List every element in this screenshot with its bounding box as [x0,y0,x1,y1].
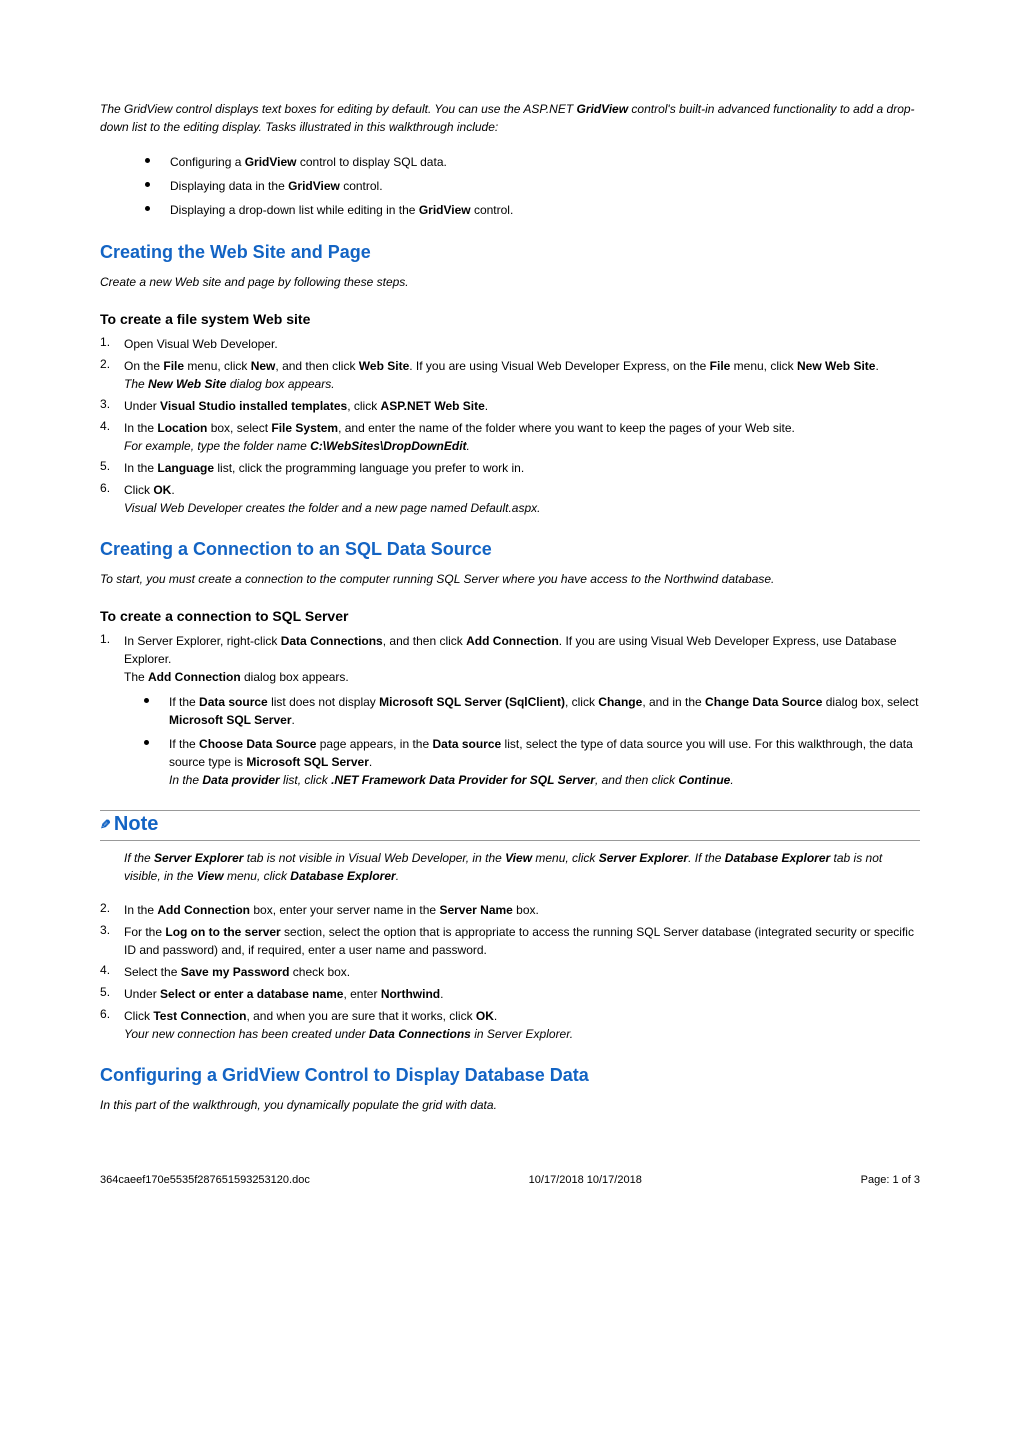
section2-heading: Creating a Connection to an SQL Data Sou… [100,539,920,560]
step-sub-desc: Visual Web Developer creates the folder … [124,499,920,517]
step-content: Select the Save my Password check box. [124,963,920,981]
sub-bullet-item: If the Data source list does not display… [124,690,920,732]
section2-steps-b: In the Add Connection box, enter your se… [100,899,920,1045]
step-item: Under Select or enter a database name, e… [100,983,920,1005]
sub-bullet-item: If the Choose Data Source page appears, … [124,732,920,792]
step-content: Click Test Connection, and when you are … [124,1007,920,1043]
bullet-text: If the Data source list does not display… [169,693,920,729]
bullet-text: Displaying a drop-down list while editin… [170,201,513,219]
step-content: Open Visual Web Developer. [124,335,920,353]
step-item: In the Language list, click the programm… [100,457,920,479]
footer-date: 10/17/2018 10/17/2018 [529,1174,642,1186]
section2-subtitle: To create a connection to SQL Server [100,608,920,624]
step-item: In Server Explorer, right-click Data Con… [100,630,920,794]
step-content: In the Language list, click the programm… [124,459,920,477]
sub-bullet-italic: In the Data provider list, click .NET Fr… [169,771,920,789]
bullet-text: If the Choose Data Source page appears, … [169,735,920,789]
step-number [100,963,124,977]
step-item: Click Test Connection, and when you are … [100,1005,920,1045]
step-content: On the File menu, click New, and then cl… [124,357,920,393]
step-item: In the Location box, select File System,… [100,417,920,457]
note-body: If the Server Explorer tab is not visibl… [100,849,920,885]
step-content: Under Select or enter a database name, e… [124,985,920,1003]
note-icon: ✎ [100,817,111,833]
step-item: Click OK.Visual Web Developer creates th… [100,479,920,519]
bullet-icon [145,206,150,211]
footer-page: Page: 1 of 3 [861,1174,920,1186]
note-label: Note [114,813,158,836]
task-item: Displaying a drop-down list while editin… [145,198,920,222]
step-number [100,481,124,495]
step-number [100,1007,124,1021]
task-item: Displaying data in the GridView control. [145,174,920,198]
bullet-text: Displaying data in the GridView control. [170,177,383,195]
bullet-icon [145,182,150,187]
intro-paragraph: The GridView control displays text boxes… [100,100,920,136]
step-number [100,632,124,646]
note-header: ✎ Note [100,810,920,836]
step-number [100,923,124,937]
step-item: Select the Save my Password check box. [100,961,920,983]
step-content: In the Location box, select File System,… [124,419,920,455]
step-content: Click OK.Visual Web Developer creates th… [124,481,920,517]
section2-steps-a: In Server Explorer, right-click Data Con… [100,630,920,794]
step-item: For the Log on to the server section, se… [100,921,920,961]
bullet-icon [144,740,149,745]
step-sub-desc: For example, type the folder name C:\Web… [124,437,920,455]
step-sub-desc: Your new connection has been created und… [124,1025,920,1043]
step-number [100,459,124,473]
bullet-icon [144,698,149,703]
step-number [100,901,124,915]
step-sub-desc: The New Web Site dialog box appears. [124,375,920,393]
note-box: ✎ Note If the Server Explorer tab is not… [100,810,920,885]
step-content: In Server Explorer, right-click Data Con… [124,632,920,792]
step-content: For the Log on to the server section, se… [124,923,920,959]
step-content: Under Visual Studio installed templates,… [124,397,920,415]
step-number [100,985,124,999]
sub-bullets: If the Data source list does not display… [124,690,920,792]
section1-subtitle: To create a file system Web site [100,311,920,327]
section1-desc: Create a new Web site and page by follow… [100,273,920,291]
step-line2: The Add Connection dialog box appears. [124,668,920,686]
step-item: Open Visual Web Developer. [100,333,920,355]
section2-desc: To start, you must create a connection t… [100,570,920,588]
step-item: On the File menu, click New, and then cl… [100,355,920,395]
step-item: Under Visual Studio installed templates,… [100,395,920,417]
step-number [100,357,124,371]
footer-filename: 364caeef170e5535f287651593253120.doc [100,1174,310,1186]
section3-desc: In this part of the walkthrough, you dyn… [100,1096,920,1114]
section1-heading: Creating the Web Site and Page [100,242,920,263]
step-number [100,419,124,433]
bullet-text: Configuring a GridView control to displa… [170,153,447,171]
section3-heading: Configuring a GridView Control to Displa… [100,1065,920,1086]
task-item: Configuring a GridView control to displa… [145,150,920,174]
step-content: In the Add Connection box, enter your se… [124,901,920,919]
tasks-list: Configuring a GridView control to displa… [100,150,920,222]
page-footer: 364caeef170e5535f287651593253120.doc 10/… [100,1174,920,1186]
note-divider [100,840,920,841]
step-number [100,335,124,349]
step-item: In the Add Connection box, enter your se… [100,899,920,921]
step-number [100,397,124,411]
section1-steps: Open Visual Web Developer. On the File me… [100,333,920,519]
bullet-icon [145,158,150,163]
